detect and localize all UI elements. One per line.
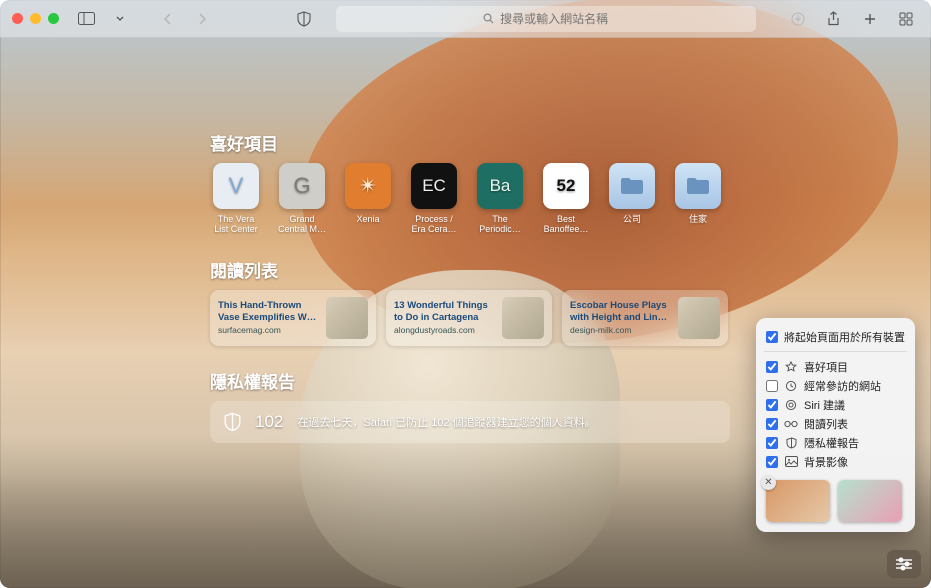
tab-groups-dropdown[interactable] xyxy=(107,7,133,31)
shield-icon xyxy=(224,412,241,432)
settings-option-checkbox[interactable] xyxy=(766,418,778,430)
star-icon xyxy=(784,361,798,373)
settings-option-row[interactable]: Siri 建議 xyxy=(766,395,905,414)
reading-list-card[interactable]: 13 Wonderful Things to Do in Cartagena al… xyxy=(386,290,552,346)
sliders-icon xyxy=(895,557,913,571)
fullscreen-window-button[interactable] xyxy=(48,13,59,24)
folder-icon xyxy=(685,176,711,196)
settings-option-checkbox[interactable] xyxy=(766,456,778,468)
folder-icon xyxy=(619,176,645,196)
new-tab-button[interactable] xyxy=(857,7,883,31)
minimize-window-button[interactable] xyxy=(30,13,41,24)
reading-card-thumb xyxy=(326,297,368,339)
favorite-item[interactable]: V The Vera List Center xyxy=(210,163,262,235)
address-bar[interactable]: 搜尋或輸入網站名稱 xyxy=(336,6,756,32)
reading-list-card[interactable]: Escobar House Plays with Height and Line… xyxy=(562,290,728,346)
reading-card-thumb xyxy=(678,297,720,339)
favorite-label: Xenia xyxy=(356,214,379,224)
reading-card-title: Escobar House Plays with Height and Line… xyxy=(570,300,670,323)
sync-start-page-row[interactable]: 將起始頁面用於所有裝置 xyxy=(766,327,905,346)
favorite-icon xyxy=(675,163,721,209)
reading-card-thumb xyxy=(502,297,544,339)
favorite-item[interactable]: ✴ Xenia xyxy=(342,163,394,235)
background-thumb-1[interactable]: ✕ xyxy=(766,480,830,522)
settings-option-checkbox[interactable] xyxy=(766,380,778,392)
settings-option-label: 喜好項目 xyxy=(804,359,848,375)
settings-option-label: 隱私權報告 xyxy=(804,435,859,451)
safari-window: 搜尋或輸入網站名稱 喜好項目 V The Vera List Center G Gra… xyxy=(0,0,931,588)
siri-icon xyxy=(784,399,798,411)
reading-card-source: alongdustyroads.com xyxy=(394,325,494,335)
close-window-button[interactable] xyxy=(12,13,23,24)
remove-background-button[interactable]: ✕ xyxy=(761,475,776,490)
settings-option-checkbox[interactable] xyxy=(766,361,778,373)
settings-option-label: 背景影像 xyxy=(804,454,848,470)
favorite-icon: Ba xyxy=(477,163,523,209)
favorite-item[interactable]: 住家 xyxy=(672,163,724,235)
privacy-report-button[interactable] xyxy=(291,7,317,31)
favorites-heading: 喜好項目 xyxy=(210,130,931,155)
favorite-item[interactable]: 公司 xyxy=(606,163,658,235)
settings-option-row[interactable]: 隱私權報告 xyxy=(766,433,905,452)
favorite-label: Process / Era Cera… xyxy=(408,214,460,235)
window-toolbar: 搜尋或輸入網站名稱 xyxy=(0,0,931,38)
settings-option-row[interactable]: 閱讀列表 xyxy=(766,414,905,433)
favorite-label: 住家 xyxy=(689,214,707,224)
forward-button[interactable] xyxy=(189,7,215,31)
shield-icon xyxy=(784,437,798,449)
settings-option-row[interactable]: 背景影像 xyxy=(766,452,905,471)
privacy-count: 102 xyxy=(255,412,283,432)
sync-start-page-checkbox[interactable] xyxy=(766,331,778,343)
window-controls xyxy=(12,13,59,24)
favorite-item[interactable]: G Grand Central M… xyxy=(276,163,328,235)
background-thumbnails: ✕ xyxy=(766,480,905,522)
reading-card-title: This Hand-Thrown Vase Exemplifies Why Ce… xyxy=(218,300,318,323)
glasses-icon xyxy=(784,420,798,428)
search-icon xyxy=(483,13,494,24)
favorite-item[interactable]: EC Process / Era Cera… xyxy=(408,163,460,235)
reading-list-heading: 閱讀列表 xyxy=(210,257,931,282)
reading-card-title: 13 Wonderful Things to Do in Cartagena xyxy=(394,300,494,323)
favorite-label: Best Banoffee… xyxy=(540,214,592,235)
favorite-icon: ✴ xyxy=(345,163,391,209)
reading-card-source: surfacemag.com xyxy=(218,325,318,335)
settings-option-checkbox[interactable] xyxy=(766,437,778,449)
background-thumb-2[interactable] xyxy=(838,480,902,522)
favorite-icon: EC xyxy=(411,163,457,209)
favorite-item[interactable]: 52 Best Banoffee… xyxy=(540,163,592,235)
image-icon xyxy=(784,456,798,467)
favorite-icon xyxy=(609,163,655,209)
favorite-label: Grand Central M… xyxy=(276,214,328,235)
settings-option-label: 閱讀列表 xyxy=(804,416,848,432)
favorite-label: The Vera List Center xyxy=(210,214,262,235)
clock-icon xyxy=(784,380,798,392)
reading-card-source: design-milk.com xyxy=(570,325,670,335)
favorite-label: 公司 xyxy=(623,214,641,224)
favorite-label: The Periodic… xyxy=(474,214,526,235)
privacy-report-card[interactable]: 102 在過去七天，Safari 已防止 102 個追蹤器建立您的個人資料。 xyxy=(210,401,730,443)
settings-option-row[interactable]: 喜好項目 xyxy=(766,357,905,376)
customize-start-page-button[interactable] xyxy=(887,550,921,578)
tab-overview-button[interactable] xyxy=(893,7,919,31)
favorite-item[interactable]: Ba The Periodic… xyxy=(474,163,526,235)
share-button[interactable] xyxy=(821,7,847,31)
favorites-row: V The Vera List Center G Grand Central M… ✴ X… xyxy=(210,163,931,235)
settings-option-row[interactable]: 經常參訪的網站 xyxy=(766,376,905,395)
downloads-button[interactable] xyxy=(785,7,811,31)
settings-option-checkbox[interactable] xyxy=(766,399,778,411)
favorite-icon: V xyxy=(213,163,259,209)
start-page-settings-popover: 將起始頁面用於所有裝置 喜好項目經常參訪的網站 Siri 建議閱讀列表隱私權報告背… xyxy=(756,318,915,532)
sidebar-toggle-button[interactable] xyxy=(73,7,99,31)
sync-start-page-label: 將起始頁面用於所有裝置 xyxy=(784,329,905,345)
reading-list-card[interactable]: This Hand-Thrown Vase Exemplifies Why Ce… xyxy=(210,290,376,346)
address-placeholder: 搜尋或輸入網站名稱 xyxy=(500,10,608,27)
privacy-text: 在過去七天，Safari 已防止 102 個追蹤器建立您的個人資料。 xyxy=(297,414,595,430)
favorite-icon: G xyxy=(279,163,325,209)
settings-option-label: Siri 建議 xyxy=(804,397,845,413)
settings-option-label: 經常參訪的網站 xyxy=(804,378,881,394)
favorite-icon: 52 xyxy=(543,163,589,209)
back-button[interactable] xyxy=(155,7,181,31)
